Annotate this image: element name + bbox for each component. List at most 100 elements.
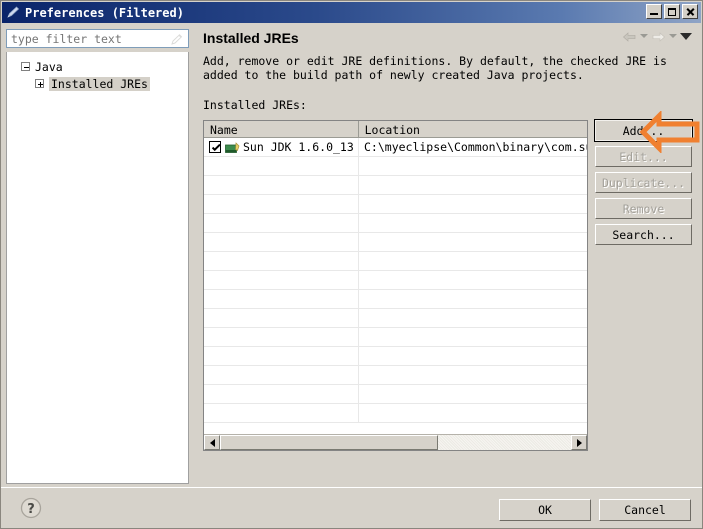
title-bar: Preferences (Filtered) xyxy=(2,2,701,23)
scroll-right-icon[interactable] xyxy=(571,435,587,450)
table-row[interactable] xyxy=(204,385,587,404)
table-row[interactable] xyxy=(204,366,587,385)
table-row[interactable] xyxy=(204,176,587,195)
table-cell-name[interactable] xyxy=(204,404,359,422)
minimize-icon xyxy=(650,13,658,15)
table-row[interactable] xyxy=(204,290,587,309)
window-controls xyxy=(646,4,698,19)
table-empty-rows xyxy=(204,157,587,423)
content-panel: Installed JREs Add, remove or edit JRE d… xyxy=(194,25,700,484)
footer-separator xyxy=(1,487,702,488)
table-cell-location[interactable] xyxy=(359,252,587,270)
duplicate-button: Duplicate... xyxy=(595,172,692,193)
table-cell-name[interactable] xyxy=(204,328,359,346)
triangle-down-icon[interactable] xyxy=(680,32,692,40)
sidebar: Java Installed JREs xyxy=(6,29,189,484)
dialog-buttons: OK Cancel xyxy=(499,499,691,521)
arrow-left-icon[interactable] xyxy=(622,29,637,43)
table-cell-name[interactable] xyxy=(204,233,359,251)
clear-filter-icon[interactable] xyxy=(170,32,184,46)
filter-box[interactable] xyxy=(6,29,189,48)
table-row[interactable]: Sun JDK 1.6.0_13 C:\myeclipse\Common\bin… xyxy=(204,138,587,157)
add-button[interactable]: Add... xyxy=(594,119,693,142)
tree-expander-minus-icon[interactable] xyxy=(21,62,30,71)
tree-item-installed-jres[interactable]: Installed JREs xyxy=(7,75,188,92)
table-cell-location[interactable] xyxy=(359,195,587,213)
jre-icon xyxy=(225,140,241,154)
table-cell-location[interactable] xyxy=(359,290,587,308)
table-cell-location[interactable]: C:\myeclipse\Common\binary\com.sun.ja xyxy=(359,138,587,156)
tree-item-java[interactable]: Java xyxy=(7,58,188,75)
table-cell-location[interactable] xyxy=(359,404,587,422)
table-row[interactable] xyxy=(204,252,587,271)
chevron-down-icon[interactable] xyxy=(640,34,648,38)
window-title: Preferences (Filtered) xyxy=(25,5,184,20)
table-cell-name[interactable] xyxy=(204,271,359,289)
table-header-row: Name Location xyxy=(204,121,587,138)
search-input[interactable] xyxy=(7,30,162,47)
preferences-pen-icon xyxy=(5,5,21,20)
column-header-name[interactable]: Name xyxy=(204,121,359,137)
maximize-button[interactable] xyxy=(664,4,680,19)
tree-expander-plus-icon[interactable] xyxy=(35,79,44,88)
table-cell-name[interactable] xyxy=(204,366,359,384)
table-cell-location[interactable] xyxy=(359,271,587,289)
table-cell-name[interactable] xyxy=(204,195,359,213)
table-row[interactable] xyxy=(204,347,587,366)
installed-jres-table[interactable]: Name Location Sun JDK 1.6.0_13 C:\myecli… xyxy=(203,120,588,451)
close-icon xyxy=(686,8,694,16)
column-header-location[interactable]: Location xyxy=(359,121,587,137)
help-question-icon[interactable]: ? xyxy=(20,497,42,519)
table-row[interactable] xyxy=(204,328,587,347)
table-cell-name[interactable] xyxy=(204,252,359,270)
jre-name: Sun JDK 1.6.0_13 xyxy=(243,140,354,154)
preferences-dialog: Preferences (Filtered) Java xyxy=(0,0,703,529)
horizontal-scrollbar[interactable] xyxy=(204,434,587,450)
ok-button[interactable]: OK xyxy=(499,499,591,521)
arrow-right-icon[interactable] xyxy=(651,29,666,43)
table-cell-name[interactable] xyxy=(204,176,359,194)
table-row[interactable] xyxy=(204,404,587,423)
table-row[interactable] xyxy=(204,271,587,290)
preferences-tree[interactable]: Java Installed JREs xyxy=(6,52,189,484)
edit-button: Edit... xyxy=(595,146,692,167)
close-button[interactable] xyxy=(682,4,698,19)
table-row[interactable] xyxy=(204,214,587,233)
table-row[interactable] xyxy=(204,233,587,252)
page-description: Add, remove or edit JRE definitions. By … xyxy=(203,54,667,82)
table-cell-name[interactable] xyxy=(204,214,359,232)
table-cell-location[interactable] xyxy=(359,328,587,346)
table-cell-location[interactable] xyxy=(359,176,587,194)
table-cell-name[interactable] xyxy=(204,290,359,308)
scrollbar-thumb[interactable] xyxy=(220,435,438,450)
tree-item-label: Java xyxy=(35,59,63,74)
tree-item-label: Installed JREs xyxy=(49,76,150,91)
table-row[interactable] xyxy=(204,309,587,328)
search-button[interactable]: Search... xyxy=(595,224,692,245)
page-title: Installed JREs xyxy=(203,29,299,46)
table-body: Sun JDK 1.6.0_13 C:\myeclipse\Common\bin… xyxy=(204,138,587,423)
table-cell-location[interactable] xyxy=(359,157,587,175)
table-cell-name[interactable] xyxy=(204,157,359,175)
cancel-button[interactable]: Cancel xyxy=(599,499,691,521)
table-cell-name[interactable] xyxy=(204,385,359,403)
page-header: Installed JREs xyxy=(194,25,700,50)
chevron-down-icon[interactable] xyxy=(669,34,677,38)
table-cell-name[interactable] xyxy=(204,347,359,365)
jre-location: C:\myeclipse\Common\binary\com.sun.ja xyxy=(364,140,587,154)
scroll-left-icon[interactable] xyxy=(204,435,220,450)
table-cell-location[interactable] xyxy=(359,385,587,403)
table-cell-location[interactable] xyxy=(359,347,587,365)
minimize-button[interactable] xyxy=(646,4,662,19)
table-cell-name[interactable] xyxy=(204,309,359,327)
scrollbar-track[interactable] xyxy=(220,435,571,450)
table-row[interactable] xyxy=(204,157,587,176)
table-cell-location[interactable] xyxy=(359,214,587,232)
row-checkbox[interactable] xyxy=(209,141,221,153)
table-cell-location[interactable] xyxy=(359,309,587,327)
svg-text:?: ? xyxy=(27,502,35,517)
table-cell-location[interactable] xyxy=(359,233,587,251)
table-cell-location[interactable] xyxy=(359,366,587,384)
table-cell-name[interactable]: Sun JDK 1.6.0_13 xyxy=(204,138,359,156)
table-row[interactable] xyxy=(204,195,587,214)
